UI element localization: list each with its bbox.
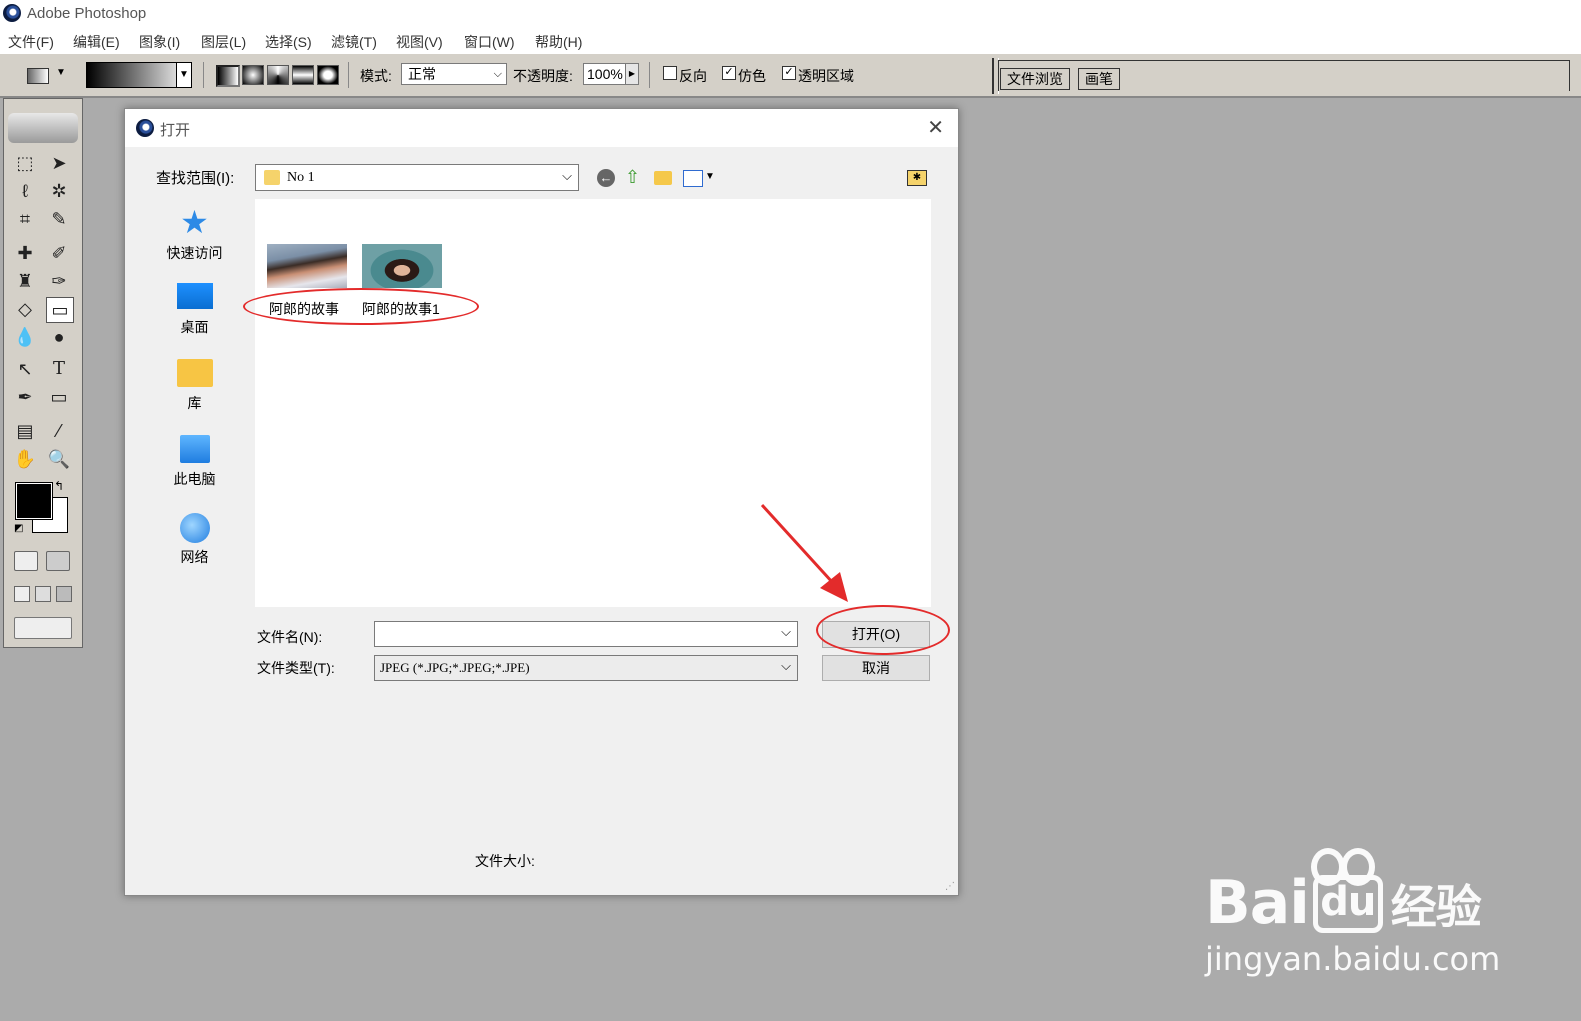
- watermark-url: jingyan.baidu.com: [1205, 940, 1501, 978]
- watermark-brand-cn: 经验: [1390, 880, 1482, 934]
- watermark-brand: Bai: [1205, 868, 1310, 938]
- watermark-brand-du: du: [1312, 875, 1383, 933]
